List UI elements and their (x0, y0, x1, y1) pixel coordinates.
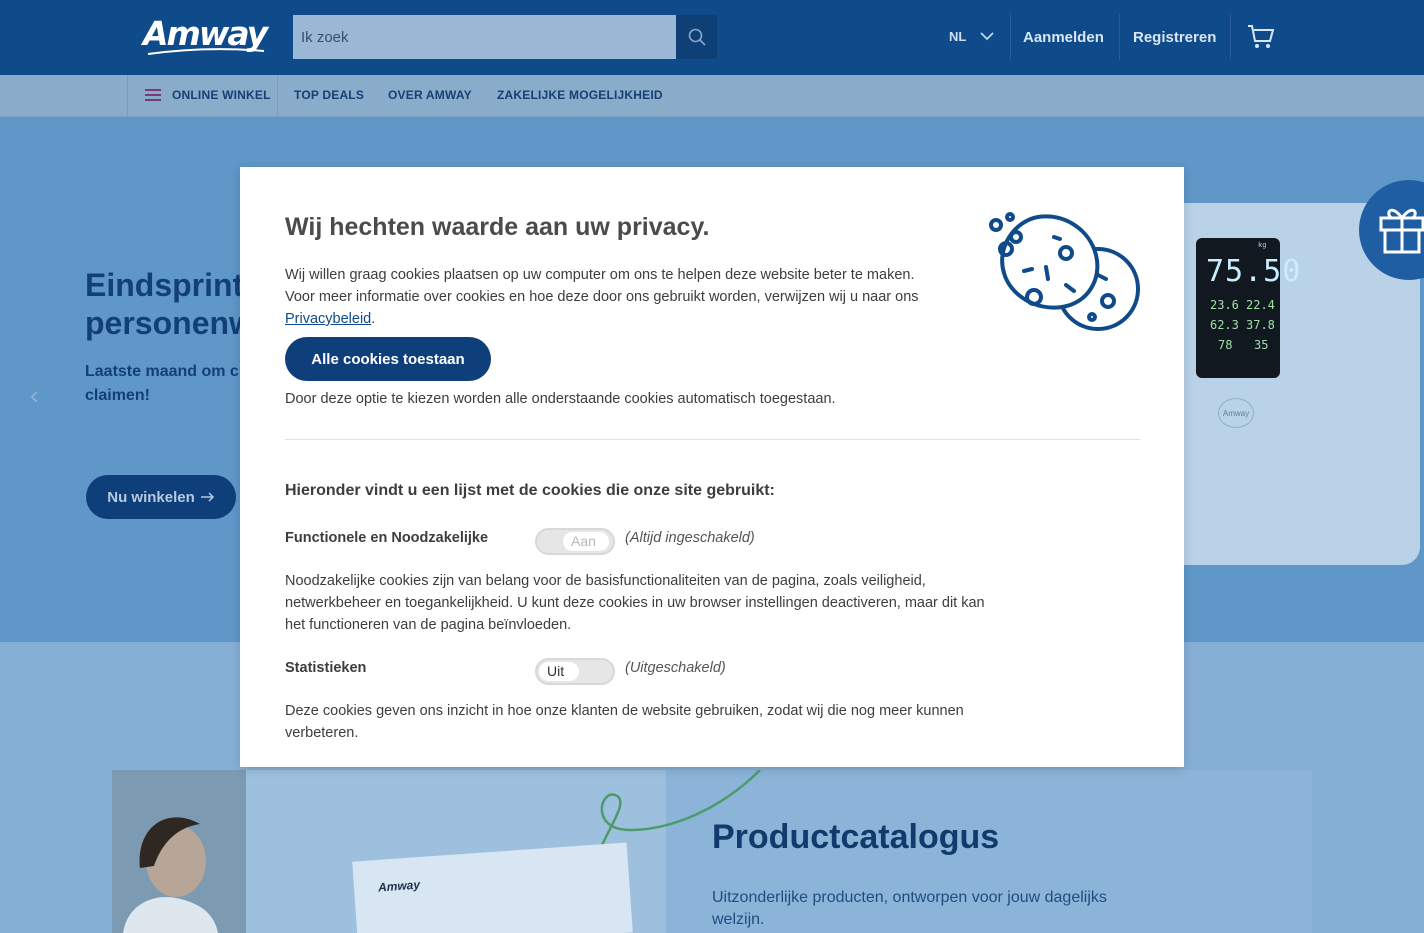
cookies-icon (989, 212, 1140, 331)
scale-value: 22.4 (1246, 298, 1275, 312)
search-button[interactable] (676, 15, 717, 59)
toggle-label: Uit (539, 662, 579, 681)
shop-now-label: Nu winkelen (107, 488, 195, 506)
scale-brand-logo: Amway (1218, 398, 1254, 428)
search-bar (293, 15, 717, 59)
woman-illustration-icon (123, 817, 218, 933)
nav-top-deals[interactable]: TOP DEALS (294, 88, 364, 102)
nav-online-shop[interactable]: ONLINE WINKEL (172, 88, 271, 102)
toggle-label: Aan (563, 532, 609, 551)
main-navigation: ONLINE WINKEL TOP DEALS OVER AMWAY ZAKEL… (0, 75, 1424, 117)
language-label: NL (949, 29, 967, 44)
search-icon (688, 28, 706, 46)
catalog-description: Uitzonderlijke producten, ontworpen voor… (712, 889, 1107, 928)
accept-all-note: Door deze optie te kiezen worden alle on… (285, 391, 836, 407)
dialog-intro: Wij willen graag cookies plaatsen op uw … (285, 267, 919, 327)
nav-business-opportunity[interactable]: ZAKELIJKE MOGELIJKHEID (497, 88, 663, 102)
register-link[interactable]: Registreren (1133, 29, 1216, 46)
privacy-policy-link[interactable]: Privacybeleid (285, 311, 371, 327)
gift-icon (1379, 208, 1424, 254)
header-divider (1230, 14, 1231, 60)
catalog-booklet-logo: Amway (377, 877, 421, 895)
scale-value: 23.6 (1210, 298, 1239, 312)
functional-cookies-description: Noodzakelijke cookies zijn van belang vo… (285, 573, 985, 633)
accept-all-cookies-button[interactable]: Alle cookies toestaan (285, 337, 491, 381)
scale-value: 78 (1218, 338, 1233, 352)
scale-readout: 75.50 (1206, 254, 1302, 289)
scale-value: 62.3 (1210, 318, 1239, 332)
arrow-right-icon (200, 492, 214, 502)
chevron-down-icon (980, 32, 994, 41)
cookie-consent-dialog: Wij hechten waarde aan uw privacy. Wij w… (240, 167, 1184, 767)
search-input[interactable] (293, 15, 676, 59)
statistics-cookies-toggle[interactable]: Uit (535, 658, 615, 685)
top-header: Amway NL Aanmelden Registreren (0, 0, 1424, 75)
hero-subtitle: Laatste maand om c claimen! (85, 363, 239, 404)
statistics-cookies-state: (Uitgeschakeld) (625, 660, 726, 676)
catalog-title: Productcatalogus (712, 818, 1000, 856)
functional-cookies-toggle: Aan (535, 528, 615, 555)
nav-divider (127, 75, 128, 117)
cart-icon[interactable] (1247, 24, 1275, 50)
header-divider (1010, 14, 1011, 60)
cookie-category-statistics: Statistieken (285, 660, 367, 676)
scale-value: 37.8 (1246, 318, 1275, 332)
header-divider (1119, 14, 1120, 60)
language-selector[interactable]: NL (949, 29, 994, 44)
cookie-category-functional: Functionele en Noodzakelijke (285, 530, 489, 546)
logo-swoosh-icon (147, 48, 265, 55)
scale-display: 75.50 kg 23.6 22.4 62.3 37.8 78 35 (1196, 238, 1300, 378)
dialog-divider (285, 439, 1140, 440)
nav-about-amway[interactable]: OVER AMWAY (388, 88, 472, 102)
menu-icon[interactable] (145, 89, 161, 104)
statistics-cookies-description: Deze cookies geven ons inzicht in hoe on… (285, 703, 964, 741)
shop-now-button[interactable]: Nu winkelen (86, 475, 236, 519)
cookie-list-heading: Hieronder vindt u een lijst met de cooki… (285, 482, 775, 499)
hero-title: Eindsprint personenw (85, 267, 254, 341)
scale-unit: kg (1258, 241, 1267, 249)
login-link[interactable]: Aanmelden (1023, 29, 1104, 46)
scale-value: 35 (1254, 338, 1269, 352)
functional-cookies-state: (Altijd ingeschakeld) (625, 530, 755, 546)
dialog-title: Wij hechten waarde aan uw privacy. (285, 213, 710, 241)
carousel-prev-icon[interactable]: ‹ (30, 380, 39, 411)
nav-divider (277, 75, 278, 117)
